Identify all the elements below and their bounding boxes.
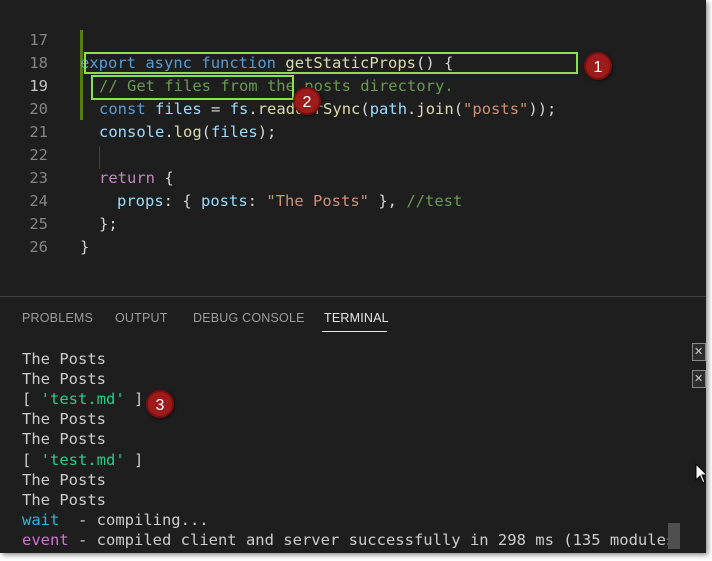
- log-tag-wait: wait: [22, 511, 60, 529]
- code-editor[interactable]: 17 export async function getStaticProps(…: [0, 0, 706, 296]
- bracket: [: [22, 390, 41, 408]
- highlight-box-console-log: [91, 75, 294, 100]
- active-tab-indicator: [322, 331, 387, 332]
- punctuation: .: [248, 100, 258, 118]
- code-line-17[interactable]: 17 export async function getStaticProps(…: [0, 6, 453, 72]
- code-line-19[interactable]: 19 const files = fs.readdirSync(path.joi…: [0, 52, 556, 118]
- code-line-23[interactable]: 23 props: { posts: "The Posts" }, //test: [0, 144, 462, 210]
- keyword: const: [99, 100, 146, 118]
- operator: =: [201, 100, 230, 118]
- string-literal: 'test.md': [40, 390, 125, 408]
- highlight-box-readdir: [84, 52, 578, 74]
- variable: files: [211, 123, 258, 141]
- property: posts: [201, 192, 248, 210]
- tab-debug-console[interactable]: DEBUG CONSOLE: [193, 311, 305, 325]
- punctuation: };: [99, 215, 118, 233]
- punctuation: {: [155, 169, 174, 187]
- string-literal: 'test.md': [40, 451, 125, 469]
- panel-tab-bar: PROBLEMS OUTPUT DEBUG CONSOLE TERMINAL: [0, 297, 706, 337]
- punctuation: }: [80, 238, 90, 256]
- tab-problems[interactable]: PROBLEMS: [22, 311, 93, 325]
- code-line-21[interactable]: 21: [0, 98, 56, 141]
- function-name: log: [173, 123, 202, 141]
- punctuation: },: [369, 192, 407, 210]
- close-icon[interactable]: ✕: [692, 370, 706, 388]
- terminal-line: [ 'test.md' ]: [22, 389, 143, 409]
- punctuation: );: [257, 123, 277, 141]
- close-icon[interactable]: ✕: [692, 343, 706, 361]
- punctuation: (: [201, 123, 212, 141]
- terminal-line: event - compiled client and server succe…: [22, 530, 675, 550]
- punctuation: (: [453, 100, 464, 118]
- punctuation: ));: [528, 100, 557, 118]
- terminal-line: The Posts: [22, 430, 106, 448]
- keyword: return: [99, 169, 155, 187]
- code-line-20[interactable]: 20 console.log(files);: [0, 75, 276, 141]
- code-line-26[interactable]: 26: [0, 213, 56, 256]
- code-comment: //test: [406, 192, 463, 210]
- terminal-line: [ 'test.md' ]: [22, 450, 143, 470]
- terminal-output[interactable]: The Posts The Posts [ 'test.md' ] The Po…: [0, 337, 680, 553]
- annotation-badge-1: 1: [584, 52, 612, 80]
- function-name: join: [416, 100, 454, 118]
- punctuation: : {: [163, 192, 201, 210]
- code-line-24[interactable]: 24 };: [0, 167, 117, 233]
- string-literal: "posts": [463, 100, 529, 118]
- code-line-22[interactable]: 22 return {: [0, 121, 173, 187]
- log-text: - compiling...: [59, 511, 209, 529]
- terminal-scrollbar[interactable]: [668, 523, 680, 549]
- terminal-line: The Posts: [22, 350, 106, 368]
- tab-terminal[interactable]: TERMINAL: [324, 311, 389, 325]
- terminal-line: The Posts: [22, 370, 106, 388]
- code-line-18[interactable]: 18 // Get files from the posts directory…: [0, 29, 453, 95]
- property: props: [117, 192, 164, 210]
- vscode-window: 17 export async function getStaticProps(…: [0, 0, 706, 553]
- annotation-badge-3: 3: [146, 390, 174, 418]
- annotation-badge-2: 2: [293, 87, 321, 115]
- variable: files: [155, 100, 202, 118]
- log-text: - compiled client and server successfull…: [68, 531, 676, 549]
- variable: console: [99, 123, 165, 141]
- punctuation: (: [360, 100, 370, 118]
- variable: fs: [229, 100, 249, 118]
- bracket: [: [22, 451, 41, 469]
- terminal-line: The Posts: [22, 410, 106, 428]
- git-added-gutter-marker: [80, 30, 83, 120]
- log-tag-event: event: [22, 531, 69, 549]
- terminal-line: The Posts: [22, 491, 106, 509]
- terminal-line: wait - compiling...: [22, 510, 209, 530]
- variable: path: [369, 100, 408, 118]
- punctuation: .: [164, 123, 174, 141]
- indent-guide: [99, 146, 100, 169]
- punctuation: .: [407, 100, 417, 118]
- code-line-25[interactable]: 25 }: [0, 190, 89, 256]
- punctuation: :: [247, 192, 267, 210]
- line-number: 26: [29, 238, 48, 256]
- mouse-pointer-icon: [695, 463, 706, 484]
- bracket: ]: [124, 451, 144, 469]
- terminal-line: The Posts: [22, 471, 106, 489]
- string-literal: "The Posts": [266, 192, 369, 210]
- bracket: ]: [124, 390, 144, 408]
- tab-output[interactable]: OUTPUT: [115, 311, 168, 325]
